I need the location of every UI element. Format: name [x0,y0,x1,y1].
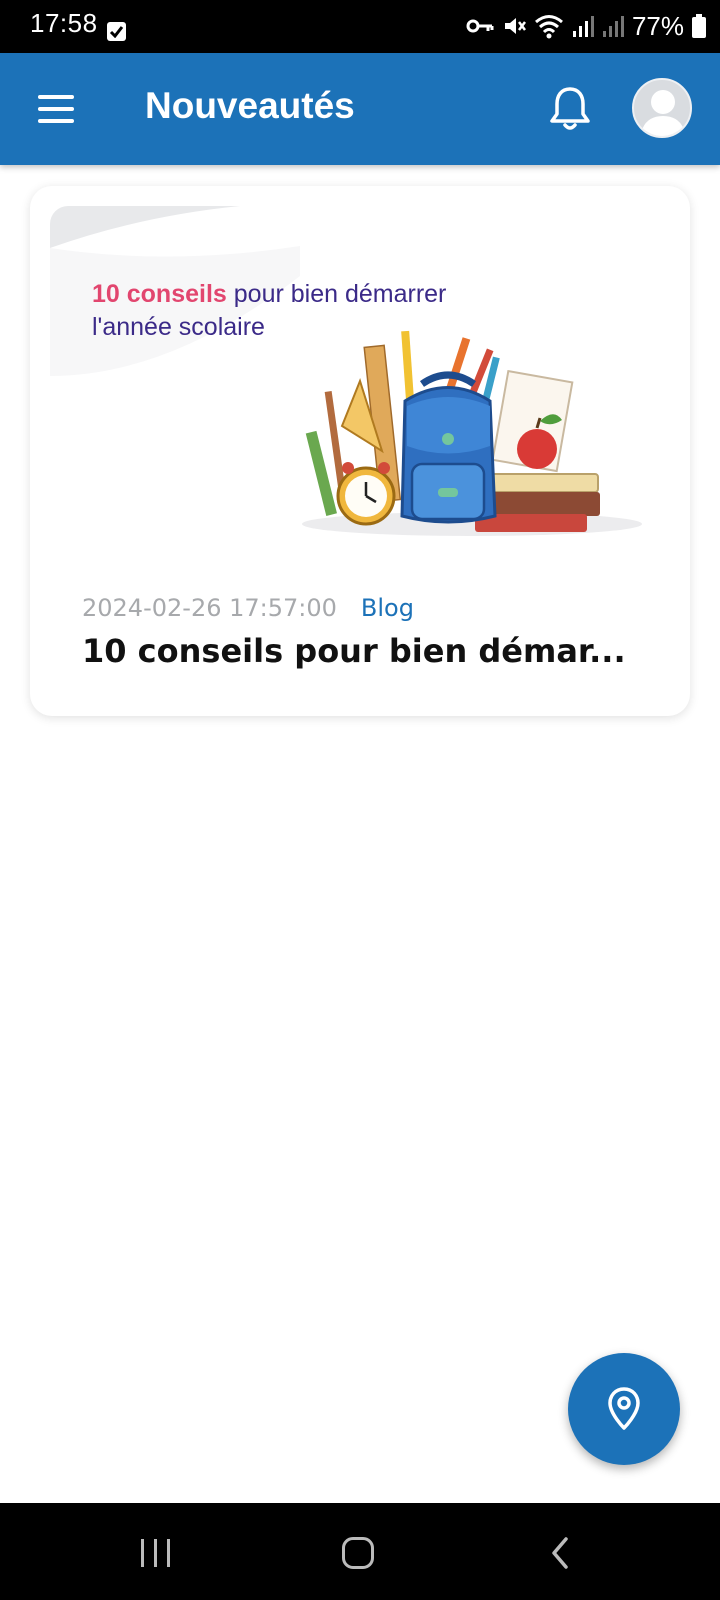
post-date: 2024-02-26 17:57:00 [82,594,337,622]
page-title: Nouveautés [145,85,355,126]
recents-icon[interactable] [141,1539,173,1567]
post-meta: 2024-02-26 17:57:00 Blog [82,594,414,622]
battery-percentage: 77% [631,10,684,41]
location-fab-button[interactable] [568,1353,680,1465]
location-pin-icon [608,1387,640,1430]
post-image-headline-line2: l'année scolaire [92,313,265,341]
status-bar: 17:58 77% [0,0,720,53]
system-nav-bar [0,1503,720,1600]
post-image-headline-highlight: 10 conseils [92,280,227,308]
vpn-key-icon [466,19,494,33]
notification-check-icon [107,22,126,41]
hamburger-menu-icon[interactable] [30,86,82,132]
post-title[interactable]: 10 conseils pour bien démar... [82,632,642,670]
wifi-icon [534,15,563,39]
screen: 17:58 77% Nouveautés 10 conseils pour bi… [0,0,720,1600]
app-bar: Nouveautés [0,53,720,165]
signal-icon [602,16,624,37]
post-card[interactable]: 10 conseils pour bien démarrer l'année s… [30,186,690,716]
post-image-headline-rest: pour bien démarrer [226,280,447,308]
mute-icon [504,18,526,34]
status-time: 17:58 [30,8,98,38]
battery-icon [692,14,706,38]
post-image: 10 conseils pour bien démarrer l'année s… [50,206,670,560]
status-icons: 77% [466,10,706,42]
post-image-headline: 10 conseils pour bien démarrer l'année s… [92,278,446,344]
user-avatar-icon[interactable] [632,78,692,138]
signal-icon [572,16,594,37]
post-category[interactable]: Blog [361,594,414,622]
home-icon[interactable] [342,1537,374,1569]
bell-icon[interactable] [546,83,594,135]
back-icon[interactable] [548,1535,572,1571]
